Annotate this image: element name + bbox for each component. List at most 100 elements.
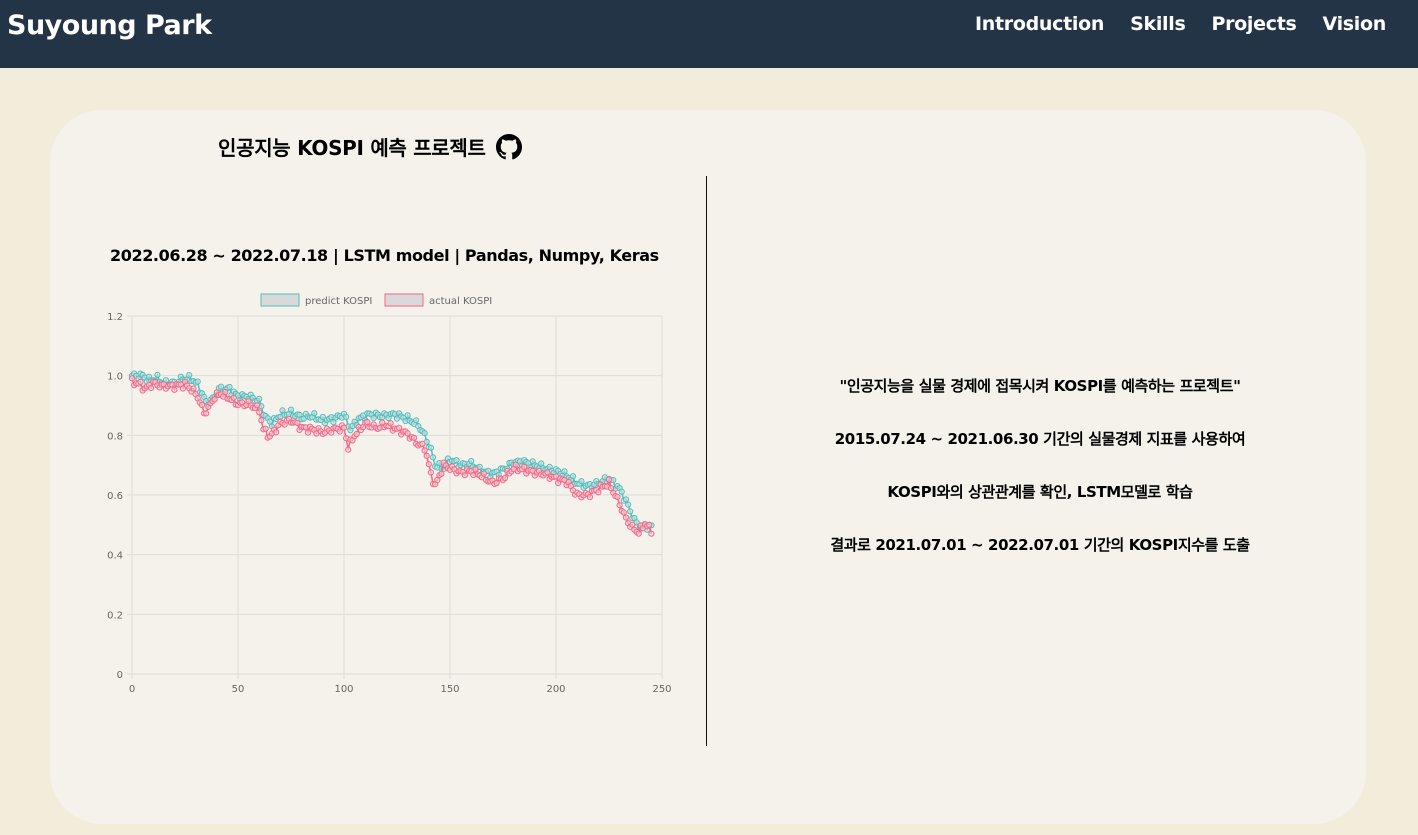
data-point [311, 410, 318, 417]
description-line-3: KOSPI와의 상관관계를 확인, LSTM모델로 학습 [887, 483, 1193, 501]
data-point [171, 386, 178, 393]
y-tick-label: 0.8 [107, 431, 123, 442]
data-point [294, 419, 301, 426]
data-point [425, 461, 432, 468]
data-point [605, 476, 613, 483]
legend-label: predict KOSPI [305, 296, 372, 307]
nav-link-vision[interactable]: Vision [1323, 13, 1387, 35]
data-point [421, 430, 428, 437]
data-point [419, 440, 426, 447]
kospi-line-chart: 0 50 100 150 200 250 0 0.2 0.4 0.6 0.8 1.0 1.2 predic… [107, 293, 672, 695]
nav-link-projects[interactable]: Projects [1211, 13, 1296, 35]
nav-links: Introduction Skills Projects Vision [975, 13, 1386, 35]
x-tick-label: 0 [129, 684, 135, 695]
y-tick-label: 0.2 [107, 610, 123, 621]
data-point [521, 463, 528, 470]
brand-name[interactable]: Suyoung Park [7, 10, 212, 41]
y-tick-label: 1.2 [107, 312, 123, 323]
data-point [423, 452, 430, 459]
data-point [254, 402, 261, 409]
data-point [413, 417, 420, 424]
data-point [353, 430, 360, 438]
data-point [345, 446, 352, 453]
data-point [480, 470, 487, 477]
top-navbar: Suyoung Park Introduction Skills Project… [0, 0, 1418, 68]
data-point [410, 434, 418, 441]
data-point [211, 396, 218, 403]
x-tick-label: 150 [440, 684, 459, 695]
data-point [578, 478, 585, 485]
data-point [230, 394, 237, 401]
data-point [262, 425, 269, 432]
nav-link-skills[interactable]: Skills [1130, 13, 1186, 35]
x-tick-label: 50 [232, 684, 245, 695]
data-point [226, 383, 233, 391]
data-point [343, 413, 350, 420]
data-point [387, 420, 394, 427]
data-point [614, 493, 621, 500]
data-point [258, 417, 265, 424]
data-point [453, 457, 460, 464]
data-point [427, 444, 434, 451]
data-point [618, 488, 625, 495]
project-title-row: 인공지능 KOSPI 예측 프로젝트 [218, 132, 578, 161]
data-point [198, 401, 206, 409]
project-description: "인공지능을 실물 경제에 접목시켜 KOSPI를 예측하는 프로젝트" 201… [750, 375, 1330, 587]
project-meta: 2022.06.28 ~ 2022.07.18 | LSTM model | P… [110, 246, 659, 265]
data-point [646, 521, 653, 529]
data-point [461, 472, 468, 479]
column-divider [706, 176, 707, 746]
x-tick-label: 250 [652, 684, 671, 695]
y-tick-label: 0 [117, 670, 123, 681]
data-point [421, 447, 428, 454]
data-point [273, 429, 280, 436]
data-point [561, 468, 568, 475]
data-point [502, 474, 509, 482]
data-point [427, 469, 434, 476]
x-tick-label: 100 [334, 684, 353, 695]
data-point [222, 389, 229, 396]
data-point [635, 530, 642, 537]
data-point [194, 378, 201, 385]
data-point [627, 508, 634, 515]
data-point [648, 530, 655, 537]
data-point [569, 473, 577, 480]
data-point [137, 378, 144, 386]
description-line-1: "인공지능을 실물 경제에 접목시켜 KOSPI를 예측하는 프로젝트" [839, 377, 1241, 395]
data-point [620, 509, 627, 516]
data-point [512, 461, 519, 468]
data-point [595, 489, 602, 496]
data-point [468, 457, 475, 465]
kospi-chart: 0 50 100 150 200 250 0 0.2 0.4 0.6 0.8 1.0 1.2 predic… [80, 288, 680, 708]
data-point [364, 419, 371, 426]
data-point [304, 429, 312, 436]
data-point [154, 371, 161, 379]
data-point [186, 372, 193, 379]
legend-swatch [384, 293, 424, 307]
description-line-2: 2015.07.24 ~ 2021.06.30 기간의 실물경제 지표를 사용하… [834, 430, 1246, 448]
data-point [404, 412, 411, 419]
y-tick-label: 0.4 [107, 551, 123, 562]
data-point [256, 395, 263, 402]
project-card: 인공지능 KOSPI 예측 프로젝트 2022.06.28 ~ 2022.07.… [50, 110, 1366, 824]
data-point [429, 454, 437, 461]
data-point [190, 385, 197, 392]
data-point [586, 494, 593, 501]
data-point [340, 424, 348, 431]
data-point [396, 424, 403, 431]
nav-link-introduction[interactable]: Introduction [975, 13, 1104, 35]
data-point [544, 469, 551, 476]
github-icon[interactable] [495, 133, 522, 160]
project-title: 인공지능 KOSPI 예측 프로젝트 [218, 136, 486, 160]
data-point [622, 514, 630, 521]
data-point [622, 496, 630, 503]
data-point [625, 501, 632, 508]
data-point [472, 466, 479, 473]
data-point [616, 502, 623, 509]
data-point [438, 470, 445, 477]
data-point [203, 410, 210, 417]
x-tick-label: 200 [546, 684, 565, 695]
data-point [629, 521, 636, 528]
y-tick-label: 1.0 [107, 372, 123, 383]
legend-swatch [260, 293, 300, 307]
